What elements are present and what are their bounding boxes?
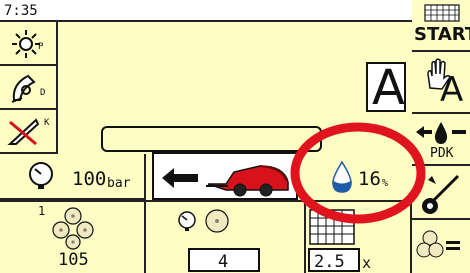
baler-terminal-screen: 7:35 P D K 100 bar A 16 % 1 105 4 2.5 x … — [0, 0, 470, 273]
bale-counter-index: 1 — [38, 204, 46, 218]
manual-auto-letter: A — [440, 70, 464, 110]
left-arrow-icon — [162, 168, 198, 188]
knife-suffix: K — [44, 118, 50, 128]
knife-button[interactable]: K — [0, 110, 58, 154]
highlight-ellipse — [290, 122, 426, 224]
manual-auto-button[interactable]: A — [412, 52, 470, 114]
start-label: START — [414, 24, 470, 45]
start-button[interactable]: START — [412, 0, 470, 52]
sun-sensor-button[interactable]: P — [0, 22, 58, 66]
density-value-box: 4 — [188, 248, 260, 272]
density-value: 4 — [218, 252, 229, 272]
bale-settings-icon — [416, 230, 460, 258]
bale-count: 105 — [58, 250, 89, 270]
net-layers-unit: x — [362, 254, 372, 272]
net-wrap-icon — [424, 4, 460, 22]
mode-indicator: A — [366, 60, 406, 116]
status-bar: 7:35 — [0, 0, 412, 22]
pressure-gauge-icon — [29, 162, 53, 189]
pickup-button[interactable]: D — [0, 66, 58, 110]
knife-crossed-icon — [7, 118, 40, 146]
pressure-display: 100 bar — [0, 154, 146, 200]
density-cell[interactable]: 4 — [146, 200, 306, 273]
net-layers-value: 2.5 — [314, 252, 345, 272]
pickup-suffix: D — [40, 88, 46, 98]
pressure-value: 100 — [72, 168, 107, 190]
pressure-unit: bar — [107, 176, 131, 191]
message-box — [101, 126, 322, 152]
bale-icon — [205, 209, 229, 233]
density-gauge-icon — [178, 211, 196, 231]
mode-letter: A — [372, 60, 405, 116]
baler-icon — [206, 165, 289, 197]
clock-time: 7:35 — [4, 3, 38, 19]
pickup-icon — [11, 74, 36, 103]
net-layers-value-box: 2.5 — [308, 248, 360, 272]
sun-suffix: P — [38, 42, 44, 52]
bale-counter-cell[interactable]: 1 105 — [0, 200, 146, 273]
bale-stack-icon — [52, 207, 94, 250]
baler-direction-display — [152, 152, 298, 200]
